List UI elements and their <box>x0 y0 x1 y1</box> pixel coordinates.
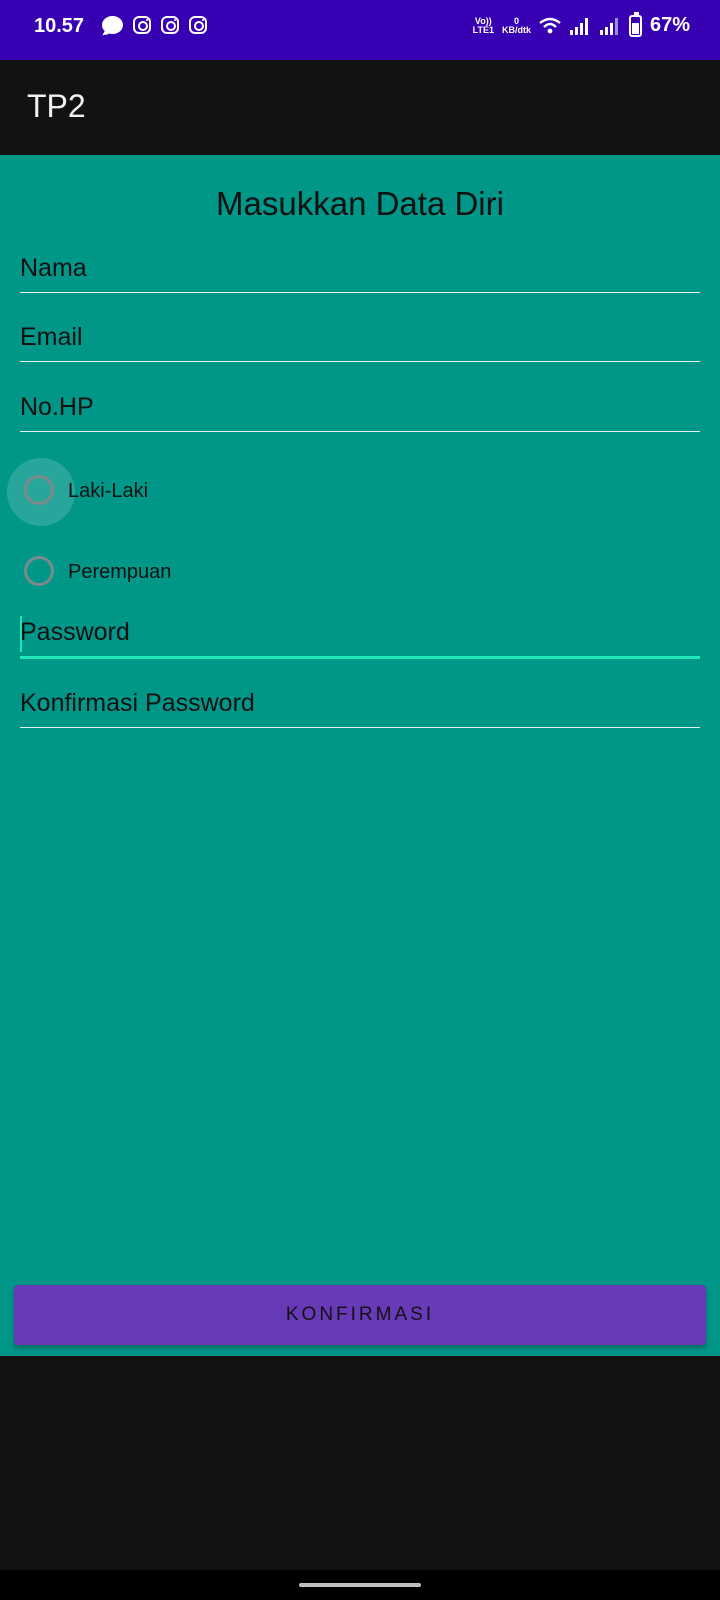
lte-label: LTE1 <box>472 24 494 35</box>
no-hp-field[interactable]: No.HP <box>20 387 700 432</box>
battery-level-fill <box>631 22 639 34</box>
radio-laki-laki[interactable]: Laki-Laki <box>0 457 720 527</box>
email-placeholder: Email <box>20 323 83 351</box>
navigation-bar <box>0 1570 720 1600</box>
radio-perempuan[interactable]: Perempuan <box>0 538 720 608</box>
battery-percentage: 67% <box>649 14 690 36</box>
home-gesture-handle[interactable] <box>299 1583 421 1587</box>
wifi-icon <box>539 17 561 33</box>
instagram-icon <box>161 16 179 34</box>
signal-icon <box>569 17 588 35</box>
nama-field[interactable]: Nama <box>20 248 700 293</box>
volte-indicator: Vo)) LTE1 <box>472 16 494 35</box>
radio-button-icon[interactable] <box>24 475 54 505</box>
nama-placeholder: Nama <box>20 254 87 282</box>
email-field[interactable]: Email <box>20 317 700 362</box>
message-icon <box>102 16 123 34</box>
status-bar: 10.57 Vo)) LTE1 0 KB/dtk 67% <box>0 0 720 60</box>
instagram-icon <box>189 16 207 34</box>
signal-icon <box>599 17 618 35</box>
status-time: 10.57 <box>34 15 85 37</box>
notification-icons <box>102 16 207 34</box>
konfirmasi-password-placeholder: Konfirmasi Password <box>20 689 255 717</box>
radio-label-perempuan: Perempuan <box>68 561 172 583</box>
konfirmasi-button[interactable]: KONFIRMASI <box>14 1285 706 1345</box>
app-title: TP2 <box>27 88 86 124</box>
no-hp-placeholder: No.HP <box>20 393 94 421</box>
radio-label-laki-laki: Laki-Laki <box>68 480 149 502</box>
form-container: Masukkan Data Diri Nama Email No.HP Laki… <box>0 155 720 1356</box>
app-bar: TP2 <box>0 60 720 155</box>
battery-icon <box>628 11 642 37</box>
system-icons: Vo)) LTE1 0 KB/dtk 67% <box>472 11 690 37</box>
data-speed-indicator: 0 KB/dtk <box>501 16 531 35</box>
form-title: Masukkan Data Diri <box>216 185 504 222</box>
password-field[interactable]: Password <box>20 612 700 659</box>
instagram-icon <box>133 16 151 34</box>
password-placeholder: Password <box>20 618 130 646</box>
konfirmasi-password-field[interactable]: Konfirmasi Password <box>20 683 700 728</box>
radio-button-icon[interactable] <box>24 556 54 586</box>
data-speed-unit: KB/dtk <box>501 24 531 35</box>
